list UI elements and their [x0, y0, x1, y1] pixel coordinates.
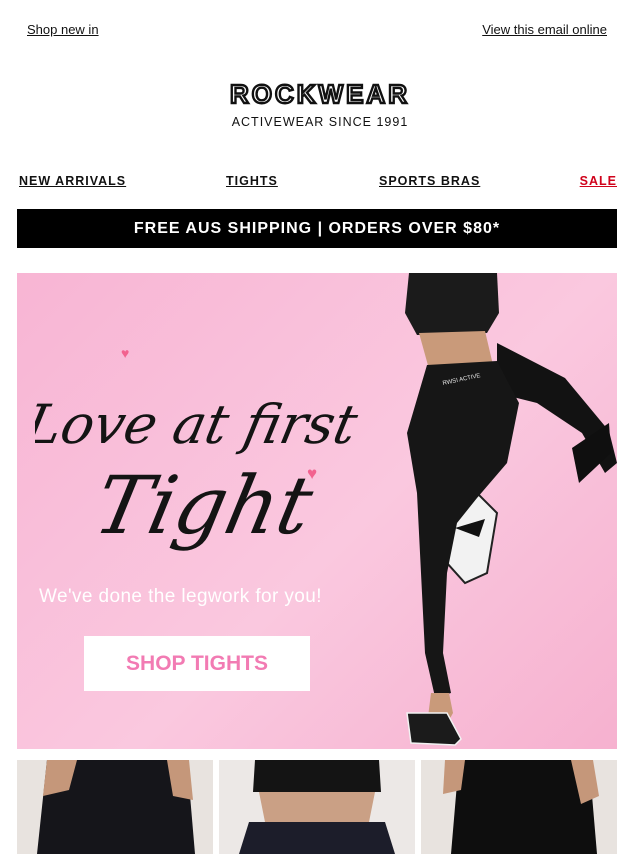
hero-subtitle: We've done the legwork for you!	[39, 586, 322, 607]
nav-sports-bras[interactable]: SPORTS BRAS	[379, 174, 480, 188]
product-image	[219, 760, 415, 854]
model-in-tights-image: RWSI ACTIVE	[405, 273, 617, 746]
nav-sale[interactable]: SALE	[580, 174, 617, 188]
preheader: Shop new in View this email online	[27, 22, 607, 40]
product-grid	[17, 760, 617, 854]
view-online-link[interactable]: View this email online	[482, 22, 607, 40]
nav-tights[interactable]: TIGHTS	[226, 174, 278, 188]
shop-new-in-link[interactable]: Shop new in	[27, 22, 99, 40]
hero-banner[interactable]: RWSI ACTIVE Love at first Tight ♥ ♥ We'v…	[17, 273, 617, 749]
shop-tights-button[interactable]: SHOP TIGHTS	[84, 636, 310, 691]
headline-line1: Love at first	[35, 393, 364, 456]
product-tile[interactable]	[421, 760, 617, 854]
heart-icon: ♥	[121, 345, 130, 361]
logo-wordmark: ROCKWEAR	[230, 82, 410, 109]
shipping-banner-text: FREE AUS SHIPPING | ORDERS OVER $80*	[133, 219, 501, 237]
logo-tagline: ACTIVEWEAR SINCE 1991	[232, 115, 409, 129]
product-image	[17, 760, 213, 854]
rockwear-logo-icon: ROCKWEAR ACTIVEWEAR SINCE 1991	[229, 82, 410, 129]
main-nav: NEW ARRIVALS TIGHTS SPORTS BRAS SALE	[19, 174, 617, 190]
headline-line2: Tight	[87, 460, 321, 553]
product-image	[421, 760, 617, 854]
shipping-banner[interactable]: FREE AUS SHIPPING | ORDERS OVER $80*	[17, 209, 617, 248]
product-tile[interactable]	[17, 760, 213, 854]
nav-new-arrivals[interactable]: NEW ARRIVALS	[19, 174, 126, 188]
brand-logo[interactable]: ROCKWEAR ACTIVEWEAR SINCE 1991	[0, 82, 640, 132]
heart-icon: ♥	[307, 464, 318, 483]
product-tile[interactable]	[219, 760, 415, 854]
